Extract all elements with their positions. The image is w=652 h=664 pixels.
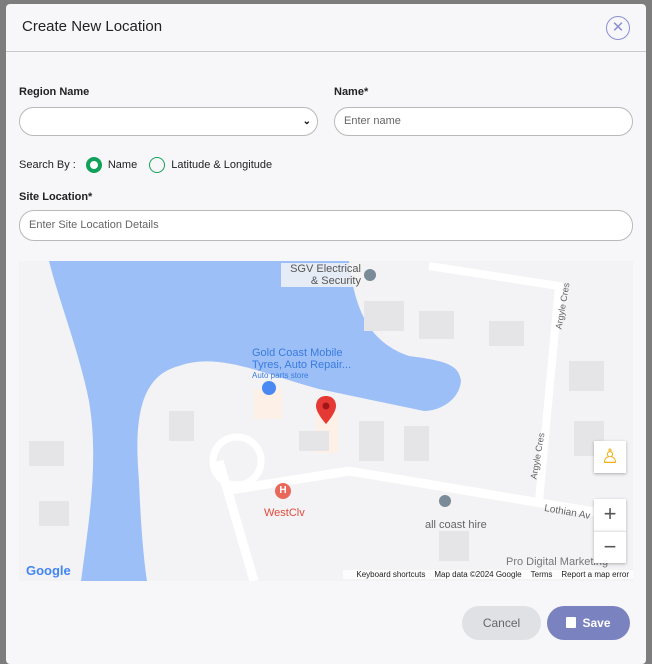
- chevron-down-icon: ⌄: [302, 116, 311, 127]
- modal-header: Create New Location ✕: [6, 4, 646, 52]
- site-location-input[interactable]: Enter Site Location Details: [19, 210, 633, 241]
- shopping-bag-icon[interactable]: [262, 381, 276, 395]
- place-gold-coast-1[interactable]: Gold Coast Mobile: [252, 347, 343, 359]
- map[interactable]: SGV Electrical & Security Gold Coast Mob…: [19, 261, 633, 581]
- site-location-label: Site Location*: [19, 191, 93, 203]
- close-icon[interactable]: ✕: [606, 16, 630, 40]
- location-marker-icon[interactable]: [315, 395, 337, 425]
- place-pin-icon[interactable]: [364, 269, 376, 281]
- name-input[interactable]: Enter name: [334, 107, 633, 136]
- save-icon: [566, 617, 577, 628]
- save-button[interactable]: Save: [547, 606, 630, 640]
- place-pro-digital[interactable]: Pro Digital Marketing: [506, 556, 608, 568]
- region-name-select[interactable]: ⌄: [19, 107, 318, 136]
- place-gold-coast-2[interactable]: Tyres, Auto Repair...: [252, 359, 351, 371]
- search-by-label: Search By :: [19, 159, 76, 171]
- place-gold-coast-category: Auto parts store: [252, 371, 309, 380]
- place-westclv[interactable]: WestClv: [264, 507, 305, 519]
- cancel-button[interactable]: Cancel: [462, 606, 541, 640]
- region-name-label: Region Name: [19, 86, 90, 98]
- place-all-coast-hire[interactable]: all coast hire: [425, 519, 487, 531]
- radio-name-label[interactable]: Name: [108, 159, 137, 171]
- report-error-link[interactable]: Report a map error: [561, 570, 629, 579]
- radio-name[interactable]: [85, 157, 102, 173]
- hospital-icon[interactable]: H: [275, 483, 291, 499]
- modal-title: Create New Location: [22, 18, 163, 35]
- name-label: Name*: [334, 86, 369, 98]
- radio-lat-long[interactable]: [149, 157, 166, 173]
- terms-link[interactable]: Terms: [531, 570, 553, 579]
- pegman-icon[interactable]: ♙: [594, 441, 626, 473]
- map-data-text: Map data ©2024 Google: [434, 570, 522, 579]
- map-footer: Keyboard shortcuts Map data ©2024 Google T…: [343, 570, 633, 579]
- search-by-group: Search By : Name Latitude & Longitude: [19, 157, 272, 173]
- google-logo: Google: [26, 563, 71, 578]
- zoom-out-button[interactable]: −: [594, 531, 626, 563]
- create-location-modal: Create New Location ✕ Region Name ⌄ Name…: [6, 4, 646, 664]
- place-sgv[interactable]: SGV Electrical & Security: [281, 263, 361, 287]
- zoom-in-button[interactable]: +: [594, 499, 626, 531]
- place-pin-icon[interactable]: [439, 495, 451, 507]
- radio-lat-long-label[interactable]: Latitude & Longitude: [171, 159, 272, 171]
- keyboard-shortcuts-link[interactable]: Keyboard shortcuts: [356, 570, 425, 579]
- save-label: Save: [582, 616, 611, 630]
